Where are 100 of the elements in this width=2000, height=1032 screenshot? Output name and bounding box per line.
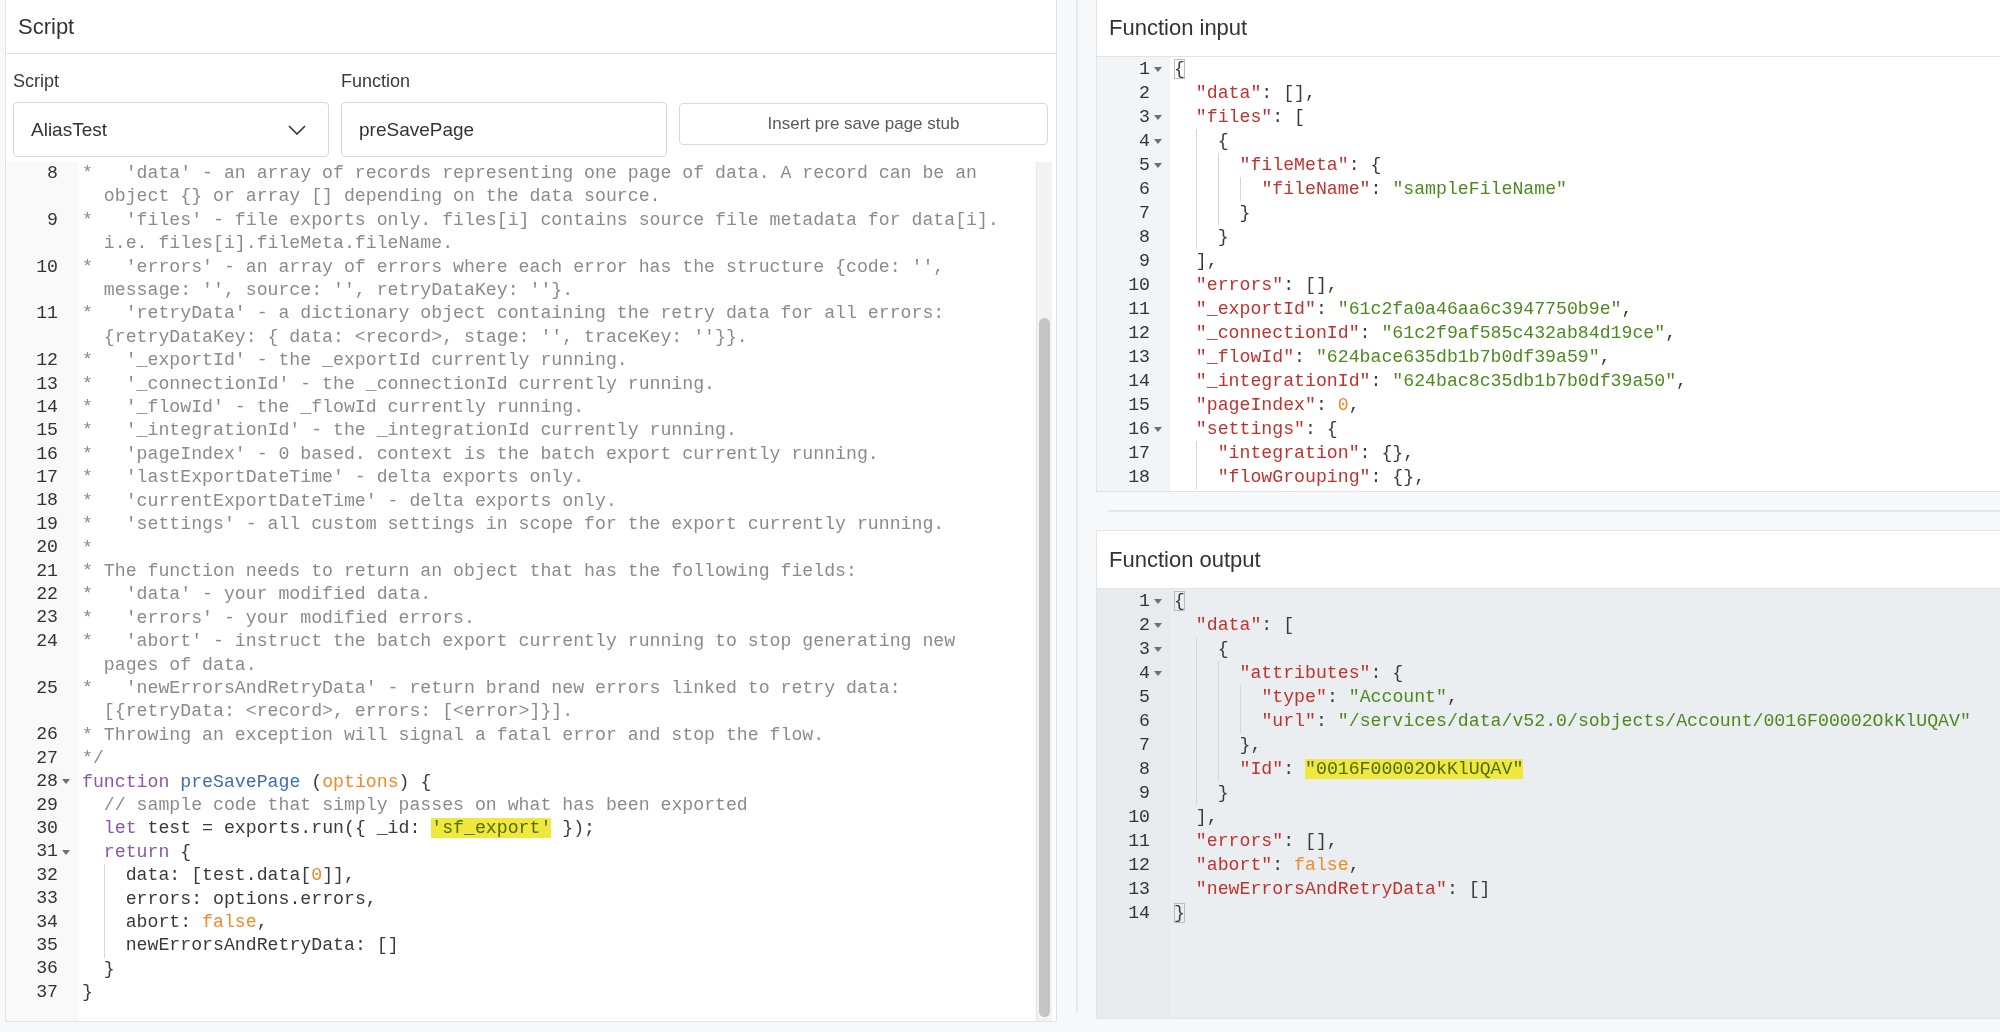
code-line: * 'files' - file exports only. files[i] contains source file metadata for data[i]. i.e. files[i].fileMeta.fileName. — [82, 208, 1000, 256]
code-line: ], — [1194, 250, 1219, 273]
line-number: 33 — [36, 887, 58, 911]
line-number: 27 — [36, 746, 58, 770]
code-line: errors: options.errors, — [82, 887, 1036, 911]
code-line: return { — [102, 840, 193, 864]
code-line: "files": [ — [1194, 106, 1306, 129]
panel-title: Function output — [1109, 546, 1261, 573]
line-number: 30 — [36, 816, 58, 840]
panel-title: Function input — [1109, 15, 1248, 41]
code-line: } — [102, 957, 116, 981]
line-number: 22 — [36, 583, 58, 607]
code-line: * '_flowId' - the _flowId currently running. — [82, 396, 586, 420]
caret-icon[interactable] — [1154, 670, 1162, 676]
insert-stub-button[interactable]: Insert pre save page stub — [679, 103, 1048, 145]
line-number: 20 — [36, 536, 58, 560]
code-line: data: [test.data[0]], — [82, 864, 1036, 888]
caret-icon[interactable] — [1154, 162, 1162, 168]
line-number: 2 — [1139, 82, 1150, 105]
code-line: * 'errors' - your modified errors. — [82, 606, 476, 630]
code-line: newErrorsAndRetryData: [] — [82, 934, 1036, 958]
line-number: 12 — [1128, 854, 1150, 877]
line-number: 24 — [36, 629, 58, 653]
code-line: "data": [], — [1194, 82, 1317, 105]
line-number: 6 — [1139, 178, 1150, 201]
code-line: "flowGrouping": {}, — [1174, 465, 2000, 489]
line-number: 1 — [1139, 590, 1150, 613]
caret-icon[interactable] — [1154, 622, 1162, 628]
line-number: 36 — [36, 957, 58, 981]
code-line: { — [1174, 58, 1186, 81]
line-number: 25 — [36, 676, 58, 700]
script-dropdown[interactable]: AliasTest — [13, 102, 329, 157]
function-name-field[interactable]: preSavePage — [341, 102, 667, 157]
line-number: 13 — [1128, 346, 1150, 369]
line-number: 13 — [1128, 878, 1150, 901]
code-line: "pageIndex": 0, — [1194, 394, 1361, 417]
line-number: 9 — [47, 208, 58, 232]
code-line: let test = exports.run({ _id: 'sf_export' }); — [102, 817, 596, 841]
line-number: 15 — [36, 419, 58, 443]
line-number: 10 — [36, 255, 58, 279]
line-number: 3 — [1139, 638, 1150, 661]
code-line: * 'currentExportDateTime' - delta exports only. — [82, 489, 618, 513]
code-line: "fileMeta": { — [1174, 153, 2000, 177]
line-number: 37 — [36, 980, 58, 1004]
line-number: 16 — [1128, 418, 1150, 441]
caret-icon[interactable] — [1154, 426, 1162, 432]
code-line: // sample code that simply passes on what has been exported — [102, 793, 749, 817]
line-number: 8 — [1139, 226, 1150, 249]
code-line: function preSavePage (options) { — [82, 770, 433, 794]
line-number: 10 — [1128, 806, 1150, 829]
line-number: 28 — [36, 770, 58, 794]
line-number: 8 — [1139, 758, 1150, 781]
line-number: 17 — [1128, 442, 1150, 465]
field-label: Function — [341, 70, 411, 93]
caret-icon[interactable] — [1154, 114, 1162, 120]
line-number: 3 — [1139, 106, 1150, 129]
caret-icon[interactable] — [1154, 66, 1162, 72]
line-number: 29 — [36, 793, 58, 817]
code-line: */ — [82, 747, 105, 771]
line-number: 14 — [1128, 370, 1150, 393]
line-number: 31 — [36, 840, 58, 864]
line-number: 8 — [47, 162, 58, 185]
code-line: * '_connectionId' - the _connectionId currently running. — [82, 372, 717, 396]
code-line: * 'settings' - all custom settings in scope for the export currently running. — [82, 513, 946, 537]
code-line: "_connectionId": "61c2f9af585c432ab84d19ce", — [1194, 322, 1678, 345]
caret-icon[interactable] — [1154, 598, 1162, 604]
line-number: 1 — [1139, 58, 1150, 81]
line-number: 9 — [1139, 782, 1150, 805]
code-line: * '_integrationId' - the _integrationId currently running. — [82, 419, 738, 443]
code-line: * '_exportId' - the _exportId currently running. — [82, 349, 629, 373]
code-line: } — [82, 981, 94, 1005]
line-number: 23 — [36, 606, 58, 630]
caret-icon[interactable] — [62, 849, 70, 855]
caret-icon[interactable] — [1154, 138, 1162, 144]
code-line: * 'newErrorsAndRetryData' - return brand new errors linked to retry data: [{retryData: <record>, errors: [<error>]}]. — [82, 676, 902, 724]
code-line: "_exportId": "61c2fa0a46aa6c3947750b9e", — [1194, 298, 1634, 321]
code-line: "integration": {}, — [1174, 441, 2000, 465]
line-number: 5 — [1139, 686, 1150, 709]
caret-icon[interactable] — [1154, 646, 1162, 652]
chevron-down-icon — [288, 124, 306, 135]
scrollbar-thumb[interactable] — [1039, 318, 1050, 1017]
code-line: { — [1174, 637, 2000, 661]
panel-title: Script — [18, 13, 75, 40]
line-number: 11 — [36, 302, 58, 326]
code-line: "url": "/services/data/v52.0/sobjects/Account/0016F00002OkKlUQAV" — [1174, 709, 2000, 733]
code-line: }, — [1174, 733, 2000, 757]
line-number: 18 — [1128, 466, 1150, 489]
line-number: 4 — [1139, 662, 1150, 685]
code-line: * 'lastExportDateTime' - delta exports only. — [82, 466, 586, 490]
line-number: 16 — [36, 442, 58, 466]
line-number: 13 — [36, 372, 58, 396]
code-line: } — [1174, 902, 1186, 925]
code-line: { — [1174, 129, 2000, 153]
line-number: 26 — [36, 723, 58, 747]
caret-icon[interactable] — [62, 779, 70, 785]
code-line: "fileName": "sampleFileName" — [1174, 177, 2000, 201]
line-number: 34 — [36, 910, 58, 934]
code-line: ], — [1194, 806, 1219, 829]
line-number: 17 — [36, 466, 58, 490]
code-line: * 'errors' - an array of errors where each error has the structure {code: '', message: '', source: '', retryDataKey: ''}. — [82, 255, 946, 303]
